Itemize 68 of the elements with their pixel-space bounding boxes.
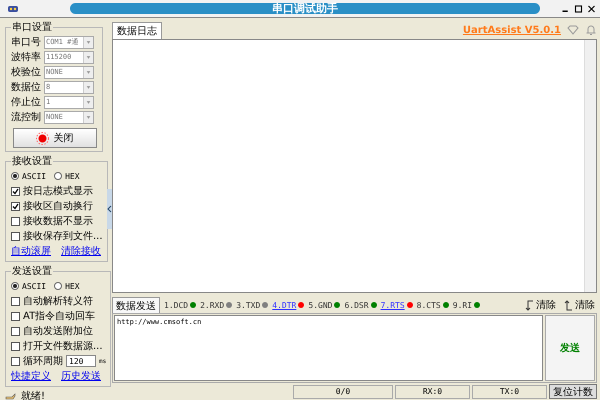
clear-button[interactable]: 清除 [523, 298, 558, 312]
collapse-handle[interactable] [106, 189, 112, 229]
maximize-icon[interactable] [574, 2, 583, 14]
group-title: 发送设置 [11, 264, 53, 278]
checkbox[interactable] [11, 296, 20, 306]
window-title: 串口调试助手 [272, 1, 338, 16]
checkbox-label: 循环周期 [23, 354, 63, 368]
link[interactable]: 快捷定义 [11, 369, 51, 383]
checkbox[interactable] [11, 312, 20, 320]
radio-label: HEX [65, 172, 80, 180]
checkbox-label: 接收区自动换行 [23, 200, 93, 213]
field-label: 波特率 [11, 50, 41, 64]
pin-label: 1.DCD [164, 300, 188, 310]
checkbox[interactable] [11, 202, 20, 210]
send-tab[interactable]: 数据发送 [112, 296, 160, 314]
field-label: 串口号 [11, 36, 41, 49]
checkbox-label: 按日志模式显示 [23, 184, 93, 198]
checkbox[interactable] [11, 186, 20, 196]
checkbox-label: 打开文件数据源... [23, 340, 103, 353]
pin-link[interactable]: 7.RTS [380, 300, 405, 310]
down-arrow-icon [525, 300, 534, 310]
send-button[interactable]: 发送 [545, 315, 595, 381]
pin-label: 5.GND [308, 300, 332, 310]
checkbox[interactable] [11, 356, 20, 366]
checkbox-label: AT指令自动回车 [23, 310, 96, 323]
up-arrow-icon [564, 300, 573, 310]
pin-label: 2.RXD [200, 300, 224, 310]
checkbox[interactable] [11, 342, 20, 350]
field-label: 流控制 [11, 110, 41, 124]
field-label: 停止位 [11, 96, 41, 109]
status-text: 就绪! [21, 390, 46, 400]
link[interactable]: 自动滚屏 [11, 244, 51, 258]
radio-button[interactable] [54, 282, 62, 290]
checkbox[interactable] [11, 232, 20, 240]
field-label: 数据位 [11, 81, 41, 94]
checkbox-label: 自动发送附加位 [23, 324, 93, 338]
counter-text: 0/0 [293, 384, 393, 398]
pin-label: 6.DSR [344, 300, 369, 310]
radio-label: ASCII [22, 172, 46, 180]
close-icon[interactable] [587, 2, 596, 14]
clear-button[interactable]: 清除 [562, 298, 597, 312]
checkbox[interactable] [11, 326, 20, 336]
link[interactable]: 历史发送 [61, 369, 101, 383]
radio-button[interactable] [11, 282, 19, 290]
group-title: 接收设置 [11, 154, 53, 168]
reset-count-button[interactable]: 复位计数 [549, 384, 597, 399]
link[interactable]: 清除接收 [61, 244, 101, 258]
rx-count: RX:0 [395, 384, 470, 398]
radio-label: ASCII [22, 282, 46, 290]
checkbox-label: 接收数据不显示 [23, 214, 93, 228]
pin-label: 8.CTS [416, 300, 441, 310]
close-port-button[interactable]: 关闭 [12, 128, 96, 148]
radio-button[interactable] [54, 172, 62, 180]
pin-label: 9.RI [452, 300, 472, 310]
checkbox-label: 自动解析转义符 [23, 294, 93, 308]
group-title: 串口设置 [11, 20, 53, 34]
pin-link[interactable]: 4.DTR [272, 300, 296, 310]
checkbox-label: 接收保存到文件... [23, 230, 103, 243]
period-field[interactable]: 120 [66, 355, 96, 367]
radio-button[interactable] [11, 172, 19, 180]
checkbox[interactable] [11, 216, 20, 226]
scrollbar[interactable] [584, 40, 596, 292]
field-label: 校验位 [11, 66, 41, 79]
tx-count: TX:0 [472, 384, 547, 398]
indicator-light-icon [36, 132, 48, 144]
pin-label: 3.TXD [236, 300, 260, 310]
radio-label: HEX [65, 282, 80, 290]
log-tab[interactable]: 数据日志 [112, 22, 162, 39]
